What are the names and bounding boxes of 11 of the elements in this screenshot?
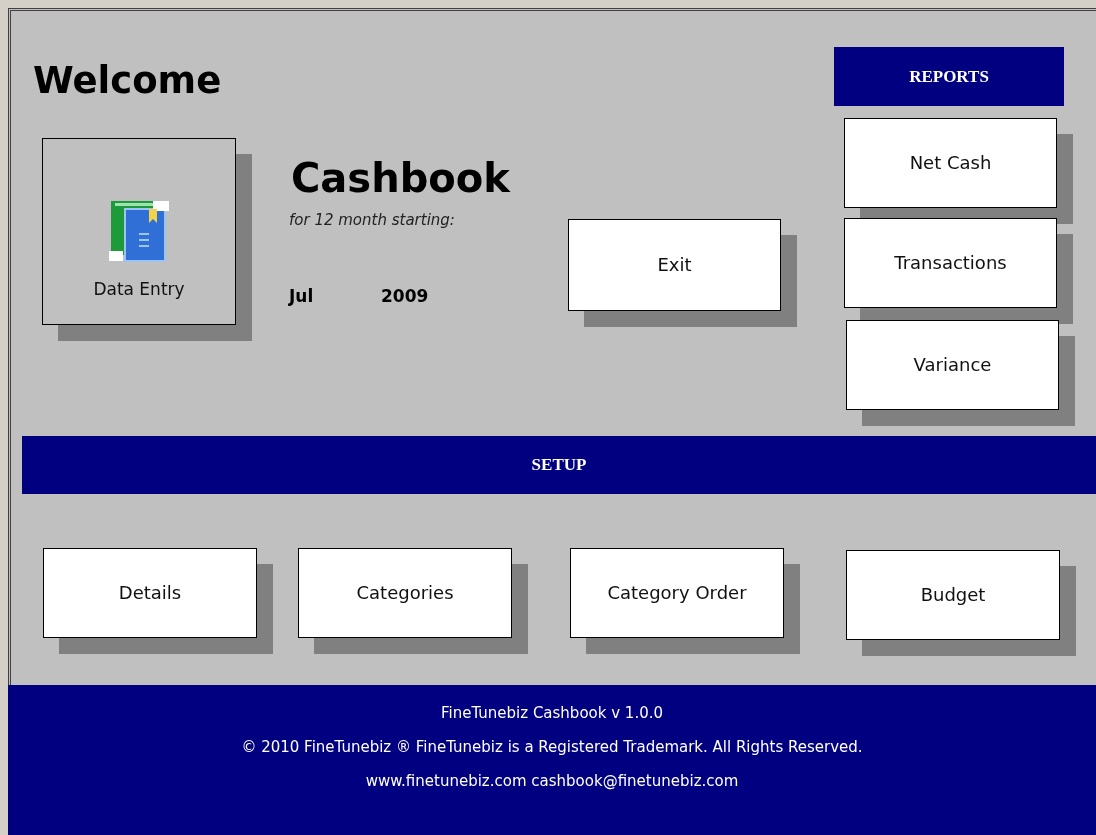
start-year: 2009	[381, 288, 429, 305]
reports-header: REPORTS	[834, 47, 1064, 106]
footer-text: www.finetunebiz.com cashbook@finetunebiz.com	[365, 771, 739, 792]
start-month: Jul	[289, 288, 314, 305]
app-title: Cashbook	[291, 158, 510, 198]
footer-text: FineTunebiz Cashbook v 1.0.0	[441, 703, 663, 724]
footer-text: © 2010 FineTunebiz ® FineTunebiz is a Registered Trademark. All Rights Reserved.	[241, 737, 863, 758]
welcome-heading: Welcome	[33, 62, 222, 99]
setup-header: SETUP	[22, 436, 1096, 494]
subtitle-text: for 12 month starting:	[289, 213, 455, 228]
books-icon	[107, 198, 171, 263]
